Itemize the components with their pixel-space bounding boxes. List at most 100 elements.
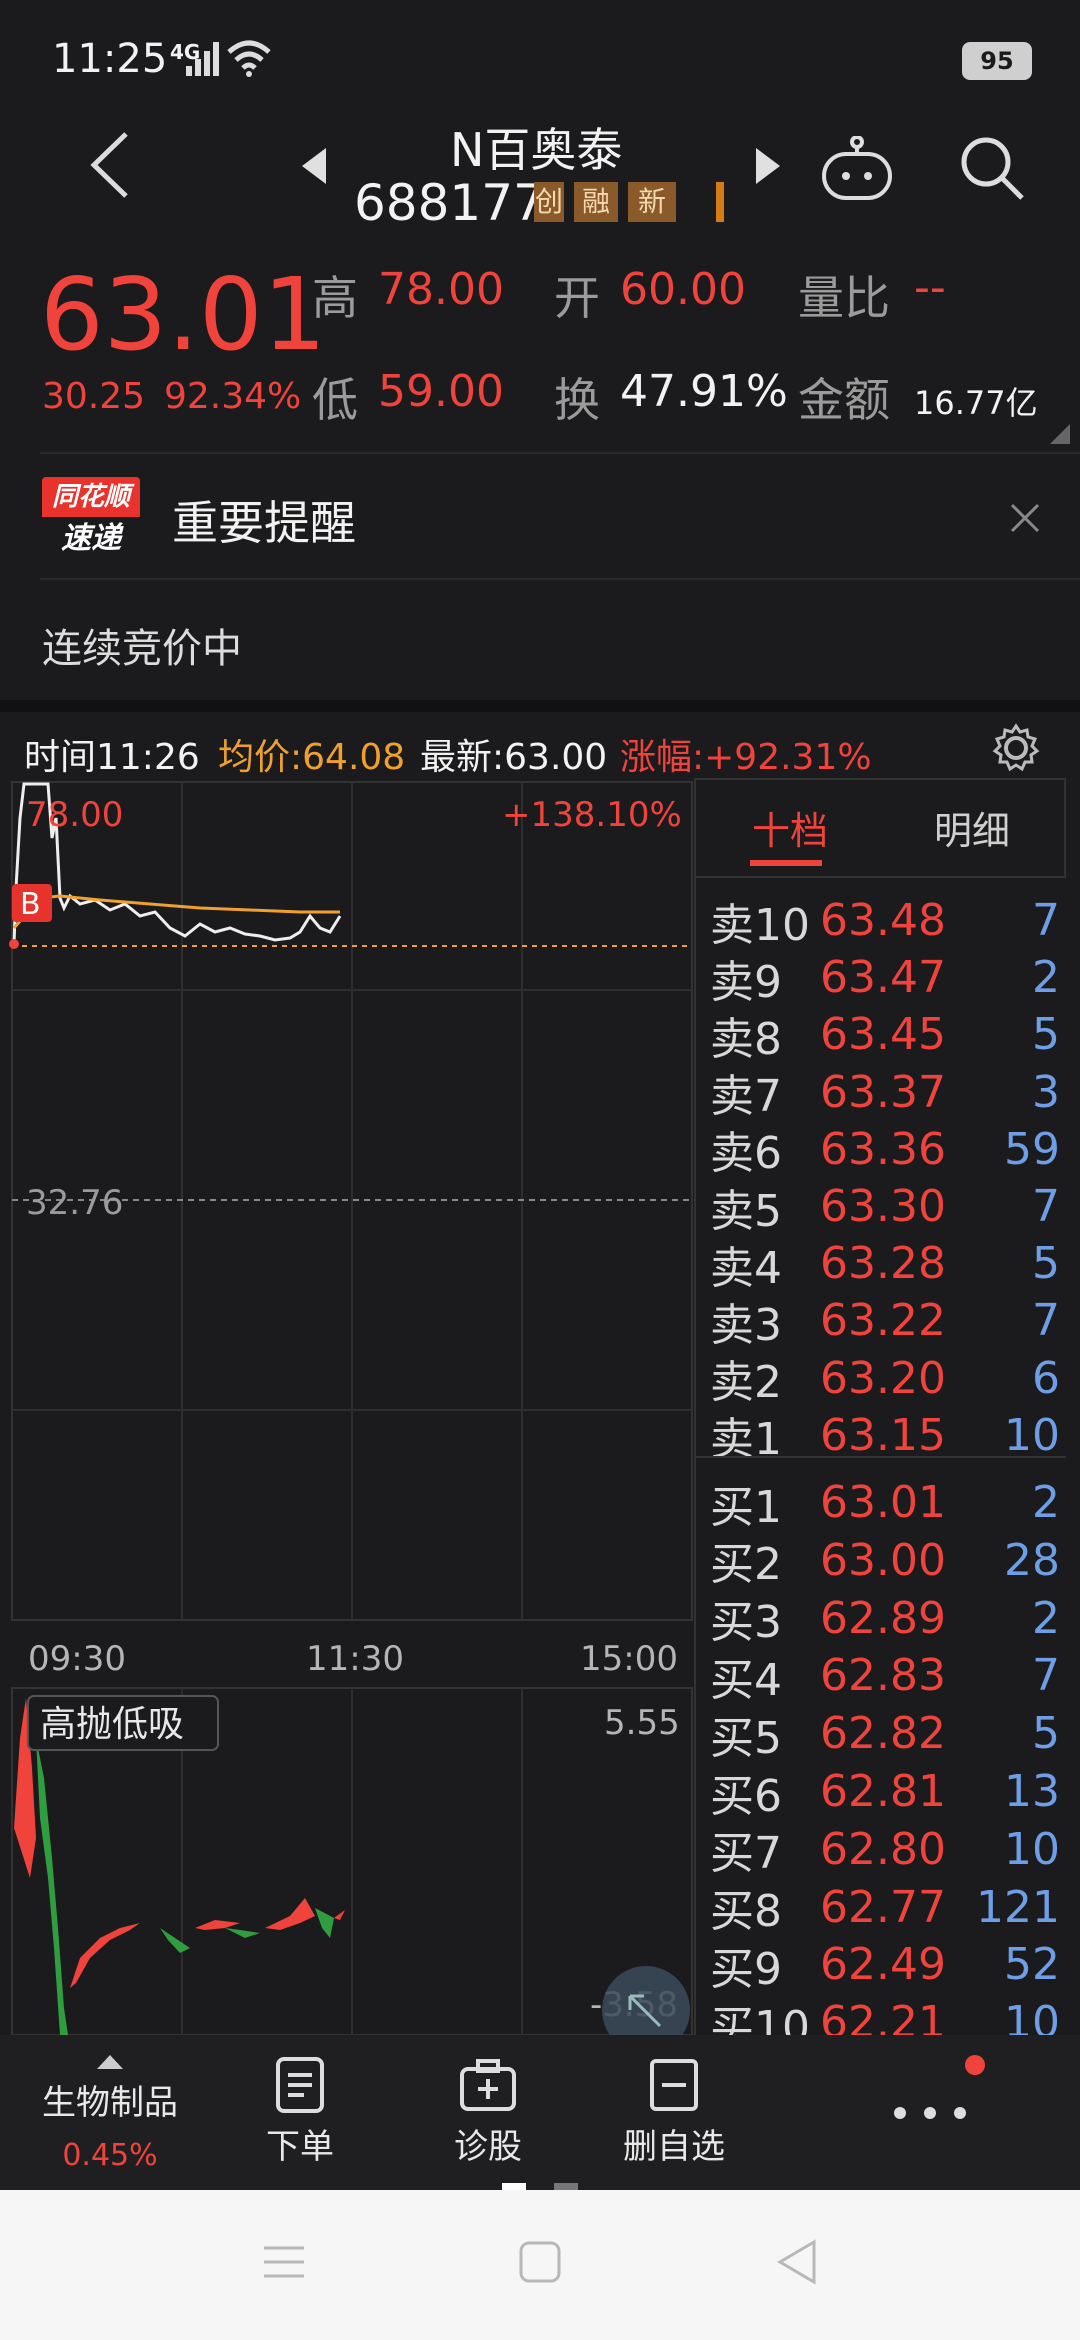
gear-icon[interactable] <box>990 722 1042 774</box>
notice-bar[interactable]: 同花顺 速递 重要提醒 <box>0 455 1080 580</box>
next-stock-icon[interactable] <box>754 146 782 186</box>
prev-stock-icon[interactable] <box>300 146 328 186</box>
bottom-toolbar: 生物制品 0.45% 下单 诊股 删自选 <box>0 2035 1080 2191</box>
chart-latest: 最新:63.00 <box>420 737 608 778</box>
sell-price: 63.47 <box>820 952 946 1004</box>
system-nav-bar <box>0 2190 1080 2340</box>
buy-row[interactable]: 买4 62.83 7 <box>710 1647 1060 1706</box>
sell-price: 63.30 <box>820 1181 946 1232</box>
buy-volume: 2 <box>1032 1477 1060 1528</box>
back-icon[interactable] <box>774 2238 818 2286</box>
sell-row[interactable]: 卖6 63.36 59 <box>710 1121 1060 1180</box>
buy-level-label: 买7 <box>710 1828 782 1880</box>
open-value: 60.00 <box>620 264 746 315</box>
sell-row[interactable]: 卖7 63.37 3 <box>710 1064 1060 1123</box>
sector-button[interactable]: 生物制品 0.45% <box>0 2035 220 2190</box>
menu-icon[interactable] <box>262 2242 306 2282</box>
sell-volume: 59 <box>1004 1123 1060 1175</box>
buy-price: 63.01 <box>820 1477 946 1528</box>
buy-row[interactable]: 买1 63.01 2 <box>710 1474 1060 1533</box>
remove-label: 删自选 <box>623 2127 725 2167</box>
search-icon[interactable] <box>958 134 1026 202</box>
tab-detail[interactable]: 明细 <box>934 800 1010 855</box>
intraday-chart[interactable]: B 78.00 +138.10% 32.76 09:30 11:30 15:00… <box>0 778 700 2035</box>
buy-price: 62.81 <box>820 1766 946 1817</box>
buy-row[interactable]: 买7 62.80 10 <box>710 1821 1060 1880</box>
indicator-green-bar <box>36 1738 68 2035</box>
buy-row[interactable]: 买8 62.77 121 <box>710 1879 1060 1938</box>
sell-row[interactable]: 卖9 63.47 2 <box>710 949 1060 1008</box>
chart-rise: 涨幅:+92.31% <box>620 737 872 778</box>
sell-volume: 7 <box>1032 895 1060 946</box>
expand-corner-icon[interactable] <box>1050 424 1072 446</box>
indicator-green-bar <box>315 1908 334 1938</box>
notice-text: 重要提醒 <box>172 496 356 550</box>
sell-row[interactable]: 卖3 63.22 7 <box>710 1292 1060 1351</box>
sell-row[interactable]: 卖8 63.45 5 <box>710 1006 1060 1065</box>
buy-row[interactable]: 买5 62.82 5 <box>710 1705 1060 1764</box>
buy-volume: 28 <box>1004 1534 1060 1586</box>
remove-watchlist-button[interactable]: 删自选 <box>604 2035 744 2190</box>
turnover-label: 换 <box>554 373 600 427</box>
sell-level-label: 卖4 <box>710 1242 782 1294</box>
high-value: 78.00 <box>378 264 504 315</box>
caret-up-icon <box>97 2054 123 2069</box>
order-book-tabs: 十档 明细 <box>694 778 1066 878</box>
indicator-red-bar <box>70 1923 140 1988</box>
sell-price: 63.28 <box>820 1238 946 1290</box>
current-price: 63.01 <box>40 256 327 373</box>
quote-panel: 63.01 30.25 92.34% 高 78.00 开 60.00 量比 --… <box>0 240 1080 450</box>
buy-row[interactable]: 买3 62.89 2 <box>710 1590 1060 1649</box>
ths-logo: 同花顺 速递 <box>42 477 140 561</box>
sell-row[interactable]: 卖4 63.28 5 <box>710 1235 1060 1294</box>
buy-volume: 2 <box>1032 1592 1060 1644</box>
notification-dot <box>965 2055 985 2075</box>
stock-code: 688177 <box>354 174 545 232</box>
more-dots-icon <box>894 2106 966 2119</box>
buy-row[interactable]: 买9 62.49 52 <box>710 1936 1060 1995</box>
wifi-icon <box>227 40 271 77</box>
battery-level: 95 <box>980 47 1014 75</box>
time-axis-start: 09:30 <box>28 1639 126 1679</box>
sell-level-label: 卖8 <box>710 1013 782 1065</box>
section-gap <box>0 700 1080 712</box>
buy-price: 63.00 <box>820 1534 946 1586</box>
sell-volume: 5 <box>1032 1238 1060 1290</box>
tag-xin: 新 <box>628 182 676 222</box>
back-arrow-icon[interactable] <box>86 130 132 200</box>
order-button[interactable]: 下单 <box>230 2035 370 2190</box>
buy-row[interactable]: 买2 63.00 28 <box>710 1532 1060 1591</box>
robot-icon[interactable] <box>820 136 894 202</box>
fullscreen-button[interactable] <box>602 1966 690 2035</box>
sell-row[interactable]: 卖10 63.48 7 <box>710 892 1060 951</box>
price-change-pct: 92.34% <box>164 376 302 417</box>
buy-marker-label: B <box>20 887 41 922</box>
sell-volume: 3 <box>1032 1066 1060 1118</box>
home-icon[interactable] <box>518 2240 562 2284</box>
trade-status-row: 连续竞价中 <box>0 580 1080 700</box>
buy-volume: 10 <box>1004 1823 1060 1875</box>
time-axis-mid: 11:30 <box>306 1639 404 1679</box>
buy-row[interactable]: 买6 62.81 13 <box>710 1763 1060 1822</box>
chart-area[interactable]: 时间11:26 均价:64.08 最新:63.00 涨幅:+92.31% B 7… <box>0 712 1080 2053</box>
buy-level-label: 买2 <box>710 1539 782 1591</box>
battery-icon: 95 <box>962 42 1032 80</box>
sell-price: 63.20 <box>820 1352 946 1404</box>
buy-volume: 5 <box>1032 1708 1060 1760</box>
low-label: 低 <box>312 373 358 427</box>
buy-volume: 13 <box>1004 1766 1060 1817</box>
amount-value: 16.77亿 <box>914 384 1038 422</box>
close-icon[interactable] <box>1010 503 1040 533</box>
buy-volume: 121 <box>976 1881 1060 1933</box>
turnover-value: 47.91% <box>620 366 788 417</box>
sell-volume: 7 <box>1032 1295 1060 1347</box>
time-axis-end: 15:00 <box>580 1639 678 1679</box>
tab-underline <box>750 860 822 866</box>
sell-price: 63.15 <box>820 1409 946 1461</box>
sell-row[interactable]: 卖2 63.20 6 <box>710 1350 1060 1409</box>
tab-ten-level[interactable]: 十档 <box>752 800 828 855</box>
tag-rong: 融 <box>574 182 618 222</box>
diagnose-button[interactable]: 诊股 <box>418 2035 558 2190</box>
sell-level-label: 卖10 <box>710 899 810 951</box>
sell-row[interactable]: 卖5 63.30 7 <box>710 1178 1060 1237</box>
